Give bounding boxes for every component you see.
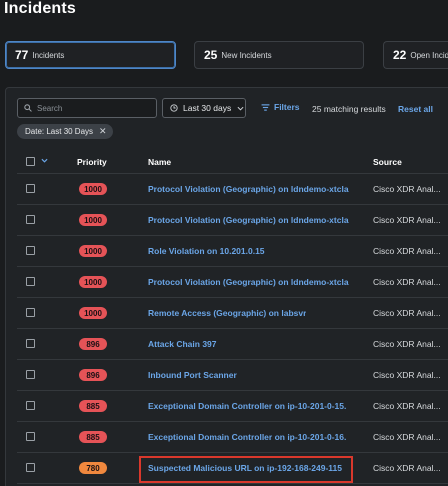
row-checkbox[interactable] — [26, 401, 35, 410]
date-range-label: Last 30 days — [183, 103, 232, 113]
table-row[interactable]: 885 Exceptional Domain Controller on ip-1… — [17, 391, 448, 422]
date-range-select[interactable]: Last 30 days — [162, 98, 246, 118]
priority-badge: 885 — [79, 431, 107, 443]
filter-chip-label: Date: Last 30 Days — [25, 127, 94, 136]
incident-name-link[interactable]: Remote Access (Geographic) on labsvr — [148, 308, 306, 318]
chevron-down-icon[interactable] — [41, 158, 48, 163]
stat-count: 22 — [393, 48, 407, 62]
close-icon[interactable]: ✕ — [99, 126, 107, 137]
incident-name-link[interactable]: Exceptional Domain Controller on ip-10-2… — [148, 401, 346, 411]
stat-card-incidents[interactable]: 77 Incidents — [5, 41, 176, 69]
select-all-checkbox[interactable] — [26, 157, 35, 166]
table-row[interactable]: 1000 Protocol Violation (Geographic) on l… — [17, 205, 448, 236]
chevron-down-icon — [237, 106, 244, 111]
priority-badge: 780 — [79, 462, 107, 474]
column-header-name[interactable]: Name — [148, 157, 171, 167]
row-checkbox[interactable] — [26, 308, 35, 317]
row-checkbox[interactable] — [26, 370, 35, 379]
column-header-priority[interactable]: Priority — [77, 157, 107, 167]
priority-badge: 896 — [79, 338, 107, 350]
incident-source: Cisco XDR Anal... — [373, 184, 441, 194]
incident-source: Cisco XDR Anal... — [373, 401, 441, 411]
filter-chip-date: Date: Last 30 Days ✕ — [17, 124, 113, 139]
table-row[interactable]: 1000 Role Violation on 10.201.0.15 Cisco X… — [17, 236, 448, 267]
row-checkbox[interactable] — [26, 277, 35, 286]
incident-source: Cisco XDR Anal... — [373, 277, 441, 287]
matching-results-count: 25 matching results — [312, 104, 386, 114]
stat-label: Incidents — [32, 50, 65, 60]
row-checkbox[interactable] — [26, 432, 35, 441]
incident-name-link[interactable]: Suspected Malicious URL on ip-192-168-24… — [148, 463, 342, 473]
clock-icon — [170, 104, 178, 112]
incident-name-link[interactable]: Attack Chain 397 — [148, 339, 217, 349]
priority-badge: 1000 — [79, 183, 107, 195]
incident-source: Cisco XDR Anal... — [373, 432, 441, 442]
table-row[interactable]: 1000 Protocol Violation (Geographic) on l… — [17, 174, 448, 205]
row-checkbox[interactable] — [26, 463, 35, 472]
row-checkbox[interactable] — [26, 184, 35, 193]
stat-label: Open Incidents — [410, 50, 448, 60]
row-checkbox[interactable] — [26, 215, 35, 224]
incident-source: Cisco XDR Anal... — [373, 339, 441, 349]
filters-label: Filters — [274, 102, 300, 112]
table-row[interactable]: 896 Inbound Port Scanner Cisco XDR Anal... — [17, 360, 448, 391]
priority-badge: 1000 — [79, 214, 107, 226]
incident-source: Cisco XDR Anal... — [373, 370, 441, 380]
incident-name-link[interactable]: Exceptional Domain Controller on ip-10-2… — [148, 432, 346, 442]
table-row[interactable]: 780 Suspected Malicious URL on ip-192-168… — [17, 453, 448, 484]
incident-source: Cisco XDR Anal... — [373, 308, 441, 318]
priority-badge: 885 — [79, 400, 107, 412]
row-checkbox[interactable] — [26, 339, 35, 348]
incidents-page: Incidents 77 Incidents 25 New Incidents … — [0, 0, 448, 486]
stat-card-open-incidents[interactable]: 22 Open Incidents — [383, 41, 448, 69]
priority-badge: 896 — [79, 369, 107, 381]
filter-lines-icon — [261, 103, 270, 111]
table-row[interactable]: 885 Exceptional Domain Controller on ip-1… — [17, 422, 448, 453]
row-checkbox[interactable] — [26, 246, 35, 255]
priority-badge: 1000 — [79, 276, 107, 288]
table-header: Priority Name Source — [17, 148, 448, 174]
stat-card-new-incidents[interactable]: 25 New Incidents — [194, 41, 364, 69]
column-header-source[interactable]: Source — [373, 157, 402, 167]
incident-name-link[interactable]: Role Violation on 10.201.0.15 — [148, 246, 265, 256]
incident-source: Cisco XDR Anal... — [373, 215, 441, 225]
incident-name-link[interactable]: Protocol Violation (Geographic) on ldnde… — [148, 215, 349, 225]
stat-count: 25 — [204, 48, 218, 62]
incident-source: Cisco XDR Anal... — [373, 246, 441, 256]
search-icon — [24, 104, 32, 112]
table-row[interactable]: 896 Attack Chain 397 Cisco XDR Anal... — [17, 329, 448, 360]
stat-count: 77 — [15, 48, 29, 62]
incident-name-link[interactable]: Inbound Port Scanner — [148, 370, 237, 380]
incident-name-link[interactable]: Protocol Violation (Geographic) on ldnde… — [148, 184, 349, 194]
search-input[interactable] — [37, 103, 147, 113]
search-box[interactable] — [17, 98, 157, 118]
priority-badge: 1000 — [79, 307, 107, 319]
table-row[interactable]: 1000 Protocol Violation (Geographic) on l… — [17, 267, 448, 298]
incident-source: Cisco XDR Anal... — [373, 463, 441, 473]
filters-button[interactable]: Filters — [261, 102, 300, 112]
incident-name-link[interactable]: Protocol Violation (Geographic) on ldnde… — [148, 277, 349, 287]
stat-label: New Incidents — [221, 50, 272, 60]
reset-all-link[interactable]: Reset all — [398, 104, 433, 114]
page-title: Incidents — [4, 0, 77, 17]
priority-badge: 1000 — [79, 245, 107, 257]
table-row[interactable]: 1000 Remote Access (Geographic) on labsvr… — [17, 298, 448, 329]
